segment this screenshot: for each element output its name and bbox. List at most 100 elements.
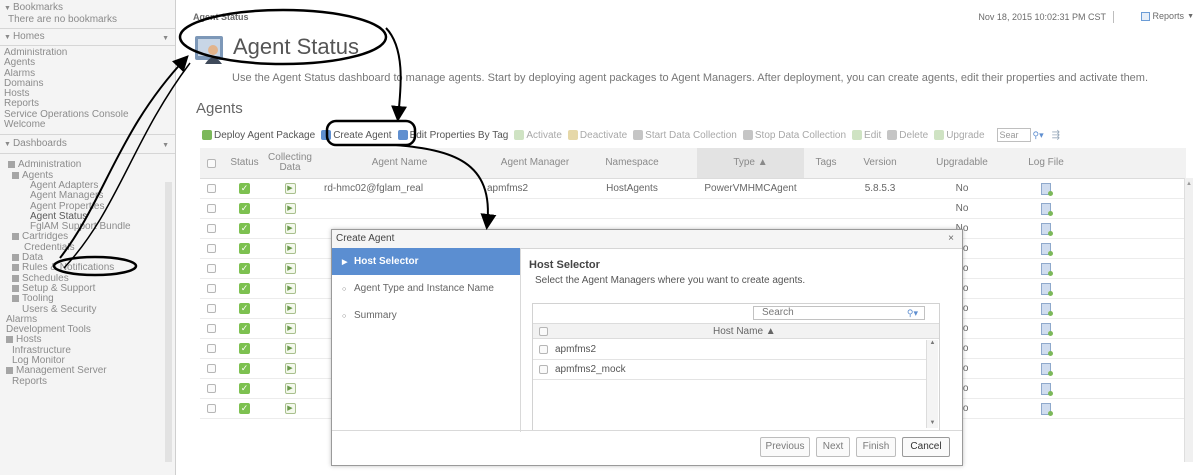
expand-icon[interactable] [8, 161, 15, 169]
collecting-data-icon[interactable]: ▶ [284, 243, 296, 254]
chevron-down-icon[interactable]: ▼ [162, 139, 169, 153]
delete-button[interactable]: Delete [887, 130, 928, 141]
home-link[interactable]: Reports [4, 99, 175, 109]
step-host-selector[interactable]: ▶ Host Selector [332, 248, 520, 275]
host-checkbox[interactable] [539, 365, 548, 374]
dashboard-link[interactable]: Agents [0, 171, 175, 181]
column-collecting-data[interactable]: Collecting Data [268, 148, 312, 178]
host-row[interactable]: apmfms2_mock [533, 360, 929, 380]
row-checkbox[interactable] [206, 204, 216, 213]
step-summary[interactable]: ○ Summary [332, 302, 520, 329]
table-row[interactable]: ✓ ▶ rd-hmc02@fglam_real apmfms2 HostAgents Po… [200, 179, 1186, 199]
log-file-icon[interactable] [1041, 202, 1053, 216]
log-file-icon[interactable] [1041, 242, 1053, 256]
edit-properties-by-tag-button[interactable]: Edit Properties By Tag [397, 130, 508, 141]
next-button[interactable]: Next [816, 437, 850, 457]
dashboard-link[interactable]: Infrastructure [0, 346, 175, 356]
dashboard-link[interactable]: Agent Properties [0, 202, 175, 212]
host-checkbox[interactable] [539, 345, 548, 354]
edit-button[interactable]: Edit [852, 130, 881, 141]
collecting-data-icon[interactable]: ▶ [284, 303, 296, 314]
collecting-data-icon[interactable]: ▶ [284, 203, 296, 214]
row-checkbox[interactable] [206, 324, 216, 333]
home-link[interactable]: Agents [4, 58, 175, 68]
row-checkbox[interactable] [206, 284, 216, 293]
log-file-icon[interactable] [1041, 362, 1053, 376]
table-row[interactable]: ✓ ▶ No [200, 199, 1186, 219]
collecting-data-icon[interactable]: ▶ [284, 343, 296, 354]
column-namespace[interactable]: Namespace [583, 148, 681, 178]
dashboard-link[interactable]: Log Monitor [0, 356, 175, 366]
expand-icon[interactable] [12, 264, 19, 272]
dashboard-link[interactable]: Agent Adapters [0, 181, 175, 191]
log-file-icon[interactable] [1041, 282, 1053, 296]
dashboard-link[interactable]: Development Tools [0, 325, 175, 335]
collecting-data-icon[interactable]: ▶ [284, 403, 296, 414]
log-file-icon[interactable] [1041, 222, 1053, 236]
row-checkbox[interactable] [206, 384, 216, 393]
scroll-up-icon[interactable]: ▲ [1185, 181, 1193, 187]
expand-icon[interactable] [12, 274, 19, 282]
column-host-name[interactable]: Host Name ▲ [713, 326, 776, 337]
column-type[interactable]: Type ▲ [697, 148, 804, 178]
reports-menu[interactable]: Reports ▼ [1140, 11, 1194, 21]
log-file-icon[interactable] [1041, 382, 1053, 396]
home-link[interactable]: Service Operations Console [4, 110, 175, 120]
log-file-icon[interactable] [1041, 182, 1053, 196]
cancel-button[interactable]: Cancel [902, 437, 950, 457]
close-icon[interactable]: × [948, 230, 954, 248]
dashboard-link[interactable]: Reports [0, 377, 175, 387]
expand-icon[interactable] [12, 295, 19, 303]
expand-icon[interactable] [12, 171, 19, 179]
previous-button[interactable]: Previous [760, 437, 810, 457]
deploy-agent-package-button[interactable]: Deploy Agent Package [202, 130, 315, 141]
dashboard-link[interactable]: Schedules [0, 274, 175, 284]
start-data-collection-button[interactable]: Start Data Collection [633, 130, 737, 141]
collecting-data-icon[interactable]: ▶ [284, 383, 296, 394]
log-file-icon[interactable] [1041, 302, 1053, 316]
dashboard-link[interactable]: FglAM Support Bundle [0, 222, 175, 232]
dashboard-link[interactable]: Credentials [0, 243, 175, 253]
dashboard-link[interactable]: Agent Managers [0, 191, 175, 201]
column-agent-name[interactable]: Agent Name [312, 148, 487, 178]
chevron-down-icon[interactable]: ▼ [162, 33, 169, 45]
finish-button[interactable]: Finish [856, 437, 896, 457]
dashboard-link[interactable]: Setup & Support [0, 284, 175, 294]
dashboard-link[interactable]: Rules & Notifications [0, 263, 175, 273]
dashboards-section[interactable]: ▼ Dashboards ▼ [0, 137, 175, 151]
collecting-data-icon[interactable]: ▶ [284, 283, 296, 294]
dashboard-link[interactable]: Cartridges [0, 232, 175, 242]
expand-icon[interactable] [12, 284, 19, 292]
search-icon[interactable]: ⚲▾ [1033, 130, 1044, 141]
home-link[interactable]: Administration [4, 48, 175, 58]
dashboard-link[interactable]: Data [0, 253, 175, 263]
row-checkbox[interactable] [206, 264, 216, 273]
table-search-input[interactable]: Sear [996, 128, 1031, 142]
host-table-scrollbar[interactable]: ▲ ▼ [926, 340, 938, 428]
column-agent-manager[interactable]: Agent Manager [487, 148, 583, 178]
row-checkbox[interactable] [206, 244, 216, 253]
scroll-up-icon[interactable]: ▲ [927, 340, 938, 346]
dashboard-link[interactable]: Alarms [0, 315, 175, 325]
collecting-data-icon[interactable]: ▶ [284, 223, 296, 234]
dashboard-link[interactable]: Users & Security [0, 305, 175, 315]
row-checkbox[interactable] [206, 344, 216, 353]
home-link[interactable]: Welcome [4, 120, 175, 130]
home-link[interactable]: Domains [4, 79, 175, 89]
dashboard-link[interactable]: Tooling [0, 294, 175, 304]
dashboard-link[interactable]: Hosts [0, 335, 175, 345]
host-search-input[interactable]: Search ⚲▾ [753, 306, 925, 320]
bookmarks-section[interactable]: ▼ Bookmarks [0, 2, 175, 14]
scroll-down-icon[interactable]: ▼ [927, 420, 938, 426]
home-link[interactable]: Alarms [4, 69, 175, 79]
expand-icon[interactable] [6, 367, 13, 375]
deactivate-button[interactable]: Deactivate [567, 130, 627, 141]
nav-agent-status[interactable]: Agent Status [0, 212, 175, 222]
row-checkbox[interactable] [206, 304, 216, 313]
nav-scrollbar[interactable] [165, 182, 172, 462]
column-version[interactable]: Version [848, 148, 912, 178]
homes-section[interactable]: ▼ Homes ▼ [0, 31, 175, 43]
activate-button[interactable]: Activate [514, 130, 562, 141]
column-tags[interactable]: Tags [804, 148, 848, 178]
expand-icon[interactable] [6, 336, 13, 344]
